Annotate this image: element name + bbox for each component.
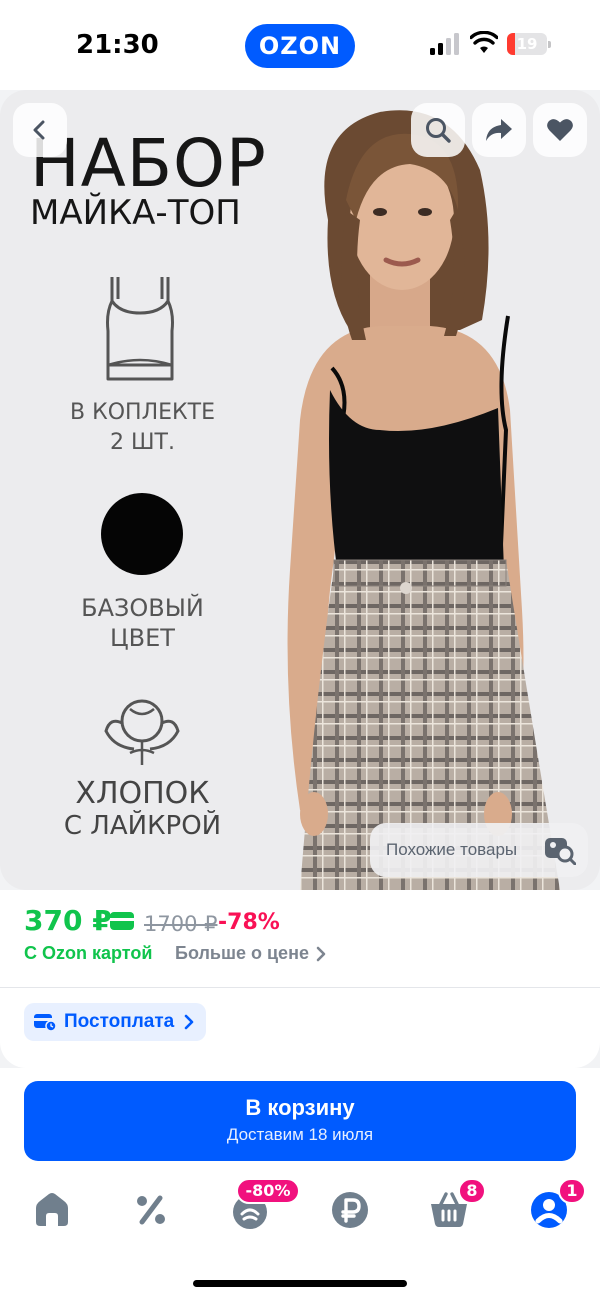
more-about-price-link[interactable]: Больше о цене xyxy=(175,943,309,964)
heart-icon xyxy=(547,119,573,141)
share-button[interactable] xyxy=(472,103,526,157)
fresh-sale-badge: -80% xyxy=(236,1178,300,1204)
tank-top-icon xyxy=(106,277,174,381)
cart-count-badge: 8 xyxy=(458,1178,486,1204)
color-line-1: БАЗОВЫЙ xyxy=(81,594,204,622)
status-bar: 21:30 OZON 19 xyxy=(0,0,600,90)
wifi-icon xyxy=(470,31,498,53)
product-photo-model xyxy=(287,110,560,890)
share-icon xyxy=(486,119,512,141)
cellular-signal-icon xyxy=(430,33,459,55)
postpay-card-icon xyxy=(34,1014,56,1031)
back-arrow-icon xyxy=(33,120,45,140)
price-old: 1700 ₽ xyxy=(144,912,218,936)
price-discount: -78% xyxy=(218,910,280,935)
material-line-1: ХЛОПОК xyxy=(75,776,210,811)
chevron-right-icon xyxy=(184,1014,194,1030)
back-button[interactable] xyxy=(13,103,67,157)
price-current: 370 ₽ xyxy=(24,904,112,937)
similar-products-label: Похожие товары xyxy=(386,840,518,859)
ozon-logo[interactable]: OZON xyxy=(245,24,355,68)
delivery-date: Доставим 18 июля xyxy=(226,1125,374,1144)
search-button[interactable] xyxy=(411,103,465,157)
ozon-card-icon xyxy=(110,912,134,930)
cotton-icon xyxy=(104,699,180,765)
price-card: 370 ₽ 1700 ₽ -78% С Ozon картой Больше о… xyxy=(0,890,600,1068)
product-gallery[interactable]: НАБОР МАЙКА-ТОП В КОПЛЕКТЕ 2 ШТ. БАЗОВЫЙ… xyxy=(0,90,600,890)
color-line-2: ЦВЕТ xyxy=(110,624,175,652)
add-to-cart-label: В корзину xyxy=(245,1095,355,1120)
battery-icon: 19 xyxy=(507,33,551,55)
status-time: 21:30 xyxy=(76,30,159,60)
home-indicator xyxy=(193,1280,407,1287)
home-icon[interactable] xyxy=(32,1190,72,1230)
percent-icon[interactable] xyxy=(131,1190,171,1230)
postpay-label: Постоплата xyxy=(64,1011,175,1032)
favorite-button[interactable] xyxy=(533,103,587,157)
divider xyxy=(0,987,600,988)
search-icon xyxy=(426,118,451,143)
set-line-2: 2 ШТ. xyxy=(110,430,175,455)
bottom-panel: В корзину Доставим 18 июля xyxy=(0,1068,600,1300)
base-color-swatch xyxy=(101,493,183,575)
ozon-card-label: С Ozon картой xyxy=(24,943,153,963)
set-text: В КОПЛЕКТЕ 2 ШТ. xyxy=(40,398,245,458)
set-line-1: В КОПЛЕКТЕ xyxy=(70,400,215,425)
material-line-2: С ЛАЙКРОЙ xyxy=(63,811,222,841)
product-page: 21:30 OZON 19 НАБОР МАЙКА-ТОП В КОПЛЕКТЕ… xyxy=(0,0,600,1300)
profile-notification-badge: 1 xyxy=(558,1178,586,1204)
promo-subtitle: МАЙКА-ТОП xyxy=(30,193,241,233)
add-to-cart-button[interactable]: В корзину Доставим 18 июля xyxy=(24,1081,576,1161)
material-text: ХЛОПОК С ЛАЙКРОЙ xyxy=(40,776,245,842)
color-text: БАЗОВЫЙ ЦВЕТ xyxy=(40,593,245,653)
image-search-icon xyxy=(545,838,576,865)
chevron-right-icon xyxy=(316,946,326,962)
ruble-icon[interactable] xyxy=(330,1190,370,1230)
battery-percent: 19 xyxy=(516,35,538,53)
similar-products-button[interactable]: Похожие товары xyxy=(370,823,588,877)
postpay-badge[interactable]: Постоплата xyxy=(24,1003,207,1041)
